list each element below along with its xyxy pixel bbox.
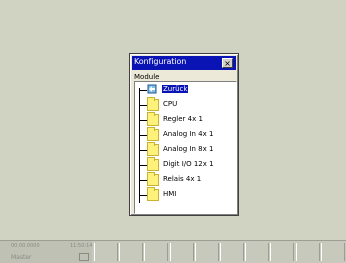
status-area: 00.00.0000 11:50:14 Master: [0, 241, 92, 263]
back-icon: [147, 84, 157, 94]
dialog-title: Konfiguration: [134, 57, 187, 66]
tree-item-cpu[interactable]: CPU: [139, 97, 236, 112]
taskbar-softkey[interactable]: [295, 243, 320, 261]
folder-icon: [147, 97, 159, 111]
tree-branch-line: [139, 105, 147, 106]
tree-item-analog-in-8x1[interactable]: Analog In 8x 1: [139, 142, 236, 157]
folder-icon: [147, 172, 159, 186]
status-date: 00.00.0000: [11, 243, 40, 249]
user-icon: [79, 253, 89, 261]
folder-icon: [147, 142, 159, 156]
tree-item-digit-io[interactable]: Digit I/O 12x 1: [139, 157, 236, 172]
modules-label: Module: [134, 73, 160, 81]
folder-icon: [147, 187, 159, 201]
tree-branch-line: [139, 180, 147, 181]
status-user: Master: [11, 254, 32, 261]
taskbar-softkey[interactable]: [94, 243, 118, 261]
taskbar-softkey[interactable]: [169, 243, 194, 261]
taskbar-softkey[interactable]: [245, 243, 270, 261]
tree-item-label: Analog In 8x 1: [163, 145, 214, 153]
tree-item-label: Analog In 4x 1: [163, 130, 214, 138]
taskbar-softkey[interactable]: [194, 243, 219, 261]
folder-icon: [147, 112, 159, 126]
tree-item-analog-in-4x1[interactable]: Analog In 4x 1: [139, 127, 236, 142]
taskbar: 00.00.0000 11:50:14 Master: [0, 240, 346, 263]
taskbar-softkey[interactable]: [270, 243, 295, 261]
taskbar-softkey[interactable]: [220, 243, 244, 261]
taskbar-softkey[interactable]: [144, 243, 169, 261]
tree-item-regler[interactable]: Regler 4x 1: [139, 112, 236, 127]
folder-icon: [147, 157, 159, 171]
folder-icon: [147, 127, 159, 141]
tree-branch-line: [139, 150, 147, 151]
configuration-dialog: Konfiguration × Module Zurück CPU Regler…: [129, 53, 239, 216]
tree-item-label: Relais 4x 1: [163, 175, 202, 183]
module-tree[interactable]: Zurück CPU Regler 4x 1 Analog In 4x 1 An…: [134, 81, 237, 214]
title-bar[interactable]: Konfiguration ×: [132, 56, 236, 70]
tree-item-label: Digit I/O 12x 1: [163, 160, 214, 168]
tree-item-relais[interactable]: Relais 4x 1: [139, 172, 236, 187]
tree-branch-line: [139, 120, 147, 121]
tree-item-hmi[interactable]: HMI: [139, 187, 236, 202]
tree-branch-line: [139, 195, 147, 196]
tree-item-zurueck[interactable]: Zurück: [139, 83, 236, 97]
taskbar-softkey[interactable]: [320, 243, 345, 261]
tree-branch-line: [139, 135, 147, 136]
tree-item-label: CPU: [163, 100, 178, 108]
tree-item-label: HMI: [163, 190, 177, 198]
tree-item-label: Zurück: [162, 85, 189, 93]
tree-item-label: Regler 4x 1: [163, 115, 203, 123]
close-button[interactable]: ×: [222, 58, 233, 68]
taskbar-softkey[interactable]: [119, 243, 144, 261]
status-time: 11:50:14: [70, 243, 93, 249]
tree-branch-line: [139, 165, 147, 166]
